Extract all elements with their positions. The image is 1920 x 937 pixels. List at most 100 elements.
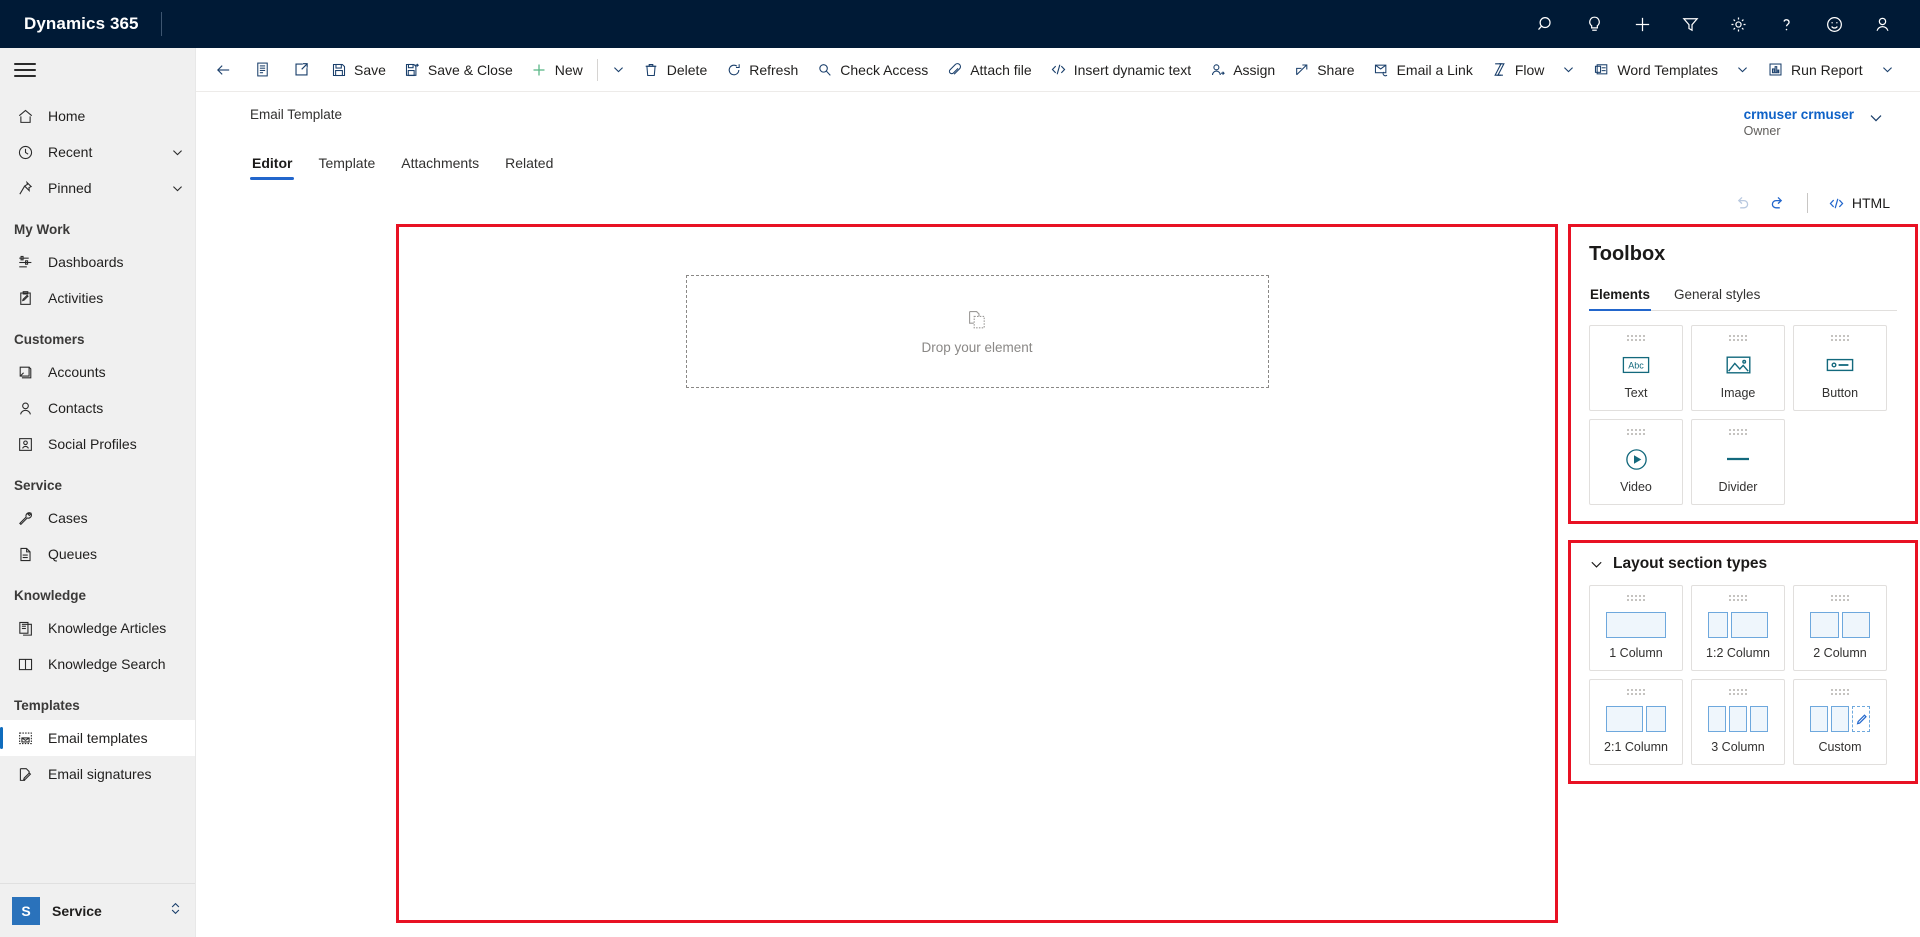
share-button[interactable]: Share [1284,50,1363,90]
sidebar-item-email-templates[interactable]: Email templates [0,720,195,756]
up-down-chevron-icon[interactable] [168,901,183,921]
drag-handle-icon[interactable] [1627,429,1645,435]
assign-icon [1209,62,1226,78]
toolbox-panel: Toolbox Elements General styles Abc Text… [1568,224,1918,524]
sidebar-item-queues[interactable]: Queues [0,536,195,572]
drag-handle-icon[interactable] [1729,429,1747,435]
chevron-down-icon[interactable] [1589,557,1604,572]
drag-handle-icon[interactable] [1831,595,1849,601]
drag-handle-icon[interactable] [1831,689,1849,695]
hamburger-menu-icon[interactable] [0,48,195,92]
layout-tile-label: 1:2 Column [1706,646,1770,660]
sidebar-item-activities[interactable]: Activities [0,280,195,316]
drag-handle-icon[interactable] [1729,595,1747,601]
run-report-chevron[interactable] [1872,50,1903,90]
layout-tile-2-column[interactable]: 2 Column [1793,585,1887,671]
sidebar-item-recent[interactable]: Recent [0,134,195,170]
new-button[interactable]: New [522,50,592,90]
layout-tile-label: 2:1 Column [1604,740,1668,754]
email-a-link-label: Email a Link [1396,61,1473,78]
sidebar-item-contacts[interactable]: Contacts [0,390,195,426]
tab-editor[interactable]: Editor [250,149,295,180]
owner-name-link[interactable]: crmuser crmuser [1744,106,1854,123]
tab-related[interactable]: Related [503,149,555,180]
chevron-down-icon[interactable] [169,146,185,159]
element-tile-button[interactable]: Button [1793,325,1887,411]
drag-handle-icon[interactable] [1831,335,1849,341]
word-templates-chevron[interactable] [1727,50,1758,90]
smiley-icon[interactable] [1810,0,1858,48]
element-tile-image[interactable]: Image [1691,325,1785,411]
drag-handle-icon[interactable] [1729,335,1747,341]
sidebar-item-pinned[interactable]: Pinned [0,170,195,206]
sidebar-item-home[interactable]: Home [0,98,195,134]
layout-section-header[interactable]: Layout section types [1589,555,1897,573]
element-tile-video[interactable]: Video [1589,419,1683,505]
drag-handle-icon[interactable] [1729,689,1747,695]
chevron-down-icon[interactable] [169,182,185,195]
email-design-canvas[interactable]: Drop your element [396,224,1558,923]
report-icon [1767,61,1784,78]
video-play-icon [1624,444,1649,474]
redo-icon[interactable] [1761,188,1793,218]
chevron-down-icon[interactable] [1868,110,1884,131]
question-icon[interactable] [1762,0,1810,48]
sidebar-item-knowledge-search[interactable]: Knowledge Search [0,646,195,682]
word-templates-button[interactable]: Word Templates [1584,50,1727,90]
tab-attachments[interactable]: Attachments [399,149,481,180]
top-navigation-bar: Dynamics 365 [0,0,1920,48]
check-access-button[interactable]: Check Access [807,50,937,90]
chevron-down-icon [610,63,627,76]
delete-button[interactable]: Delete [634,50,716,90]
layout-tile-2-1-column[interactable]: 2:1 Column [1589,679,1683,765]
run-report-button[interactable]: Run Report [1758,50,1872,90]
sidebar-item-email-signatures[interactable]: Email signatures [0,756,195,792]
tab-template[interactable]: Template [316,149,377,180]
save-button[interactable]: Save [321,50,395,90]
flow-chevron[interactable] [1553,50,1584,90]
form-selector-icon[interactable] [243,50,282,90]
person-icon[interactable] [1858,0,1906,48]
insert-dynamic-text-button[interactable]: Insert dynamic text [1041,50,1201,90]
tab-general-styles[interactable]: General styles [1673,284,1761,310]
new-overflow-chevron[interactable] [603,50,634,90]
app-switcher[interactable]: S Service [0,883,195,937]
sidebar-item-accounts[interactable]: Accounts [0,354,195,390]
gear-icon[interactable] [1714,0,1762,48]
topbar-icon-group [1522,0,1920,48]
email-a-link-button[interactable]: Email a Link [1364,50,1482,90]
element-tile-text[interactable]: Abc Text [1589,325,1683,411]
sidebar-item-social-profiles[interactable]: Social Profiles [0,426,195,462]
search-icon[interactable] [1522,0,1570,48]
tab-elements[interactable]: Elements [1589,284,1652,311]
drag-handle-icon[interactable] [1627,595,1645,601]
attach-file-button[interactable]: Attach file [937,50,1040,90]
assign-button[interactable]: Assign [1200,50,1284,90]
drag-handle-icon[interactable] [1627,335,1645,341]
save-and-close-button[interactable]: Save & Close [395,50,522,90]
popout-icon[interactable] [282,50,321,90]
contacts-icon [14,400,36,417]
element-tile-divider[interactable]: Divider [1691,419,1785,505]
layout-tile-custom[interactable]: Custom [1793,679,1887,765]
sidebar-item-cases[interactable]: Cases [0,500,195,536]
sidebar-item-dashboards[interactable]: Dashboards [0,244,195,280]
sidebar-item-knowledge-articles[interactable]: Knowledge Articles [0,610,195,646]
undo-icon[interactable] [1727,188,1759,218]
layout-tile-3-column[interactable]: 3 Column [1691,679,1785,765]
layout-tile-1-2-column[interactable]: 1:2 Column [1691,585,1785,671]
canvas-dropzone[interactable]: Drop your element [685,275,1269,388]
sidebar-item-label: Pinned [48,180,92,196]
share-label: Share [1317,61,1355,78]
drag-handle-icon[interactable] [1627,689,1645,695]
filter-icon[interactable] [1666,0,1714,48]
back-arrow-icon[interactable] [204,50,243,90]
refresh-button[interactable]: Refresh [716,50,807,90]
lightbulb-icon[interactable] [1570,0,1618,48]
plus-icon[interactable] [1618,0,1666,48]
sidebar-group-knowledge: Knowledge [14,588,87,603]
html-view-button[interactable]: HTML [1822,190,1896,217]
layout-1-2col-icon [1708,610,1768,640]
flow-button[interactable]: Flow [1482,50,1554,90]
layout-tile-1-column[interactable]: 1 Column [1589,585,1683,671]
